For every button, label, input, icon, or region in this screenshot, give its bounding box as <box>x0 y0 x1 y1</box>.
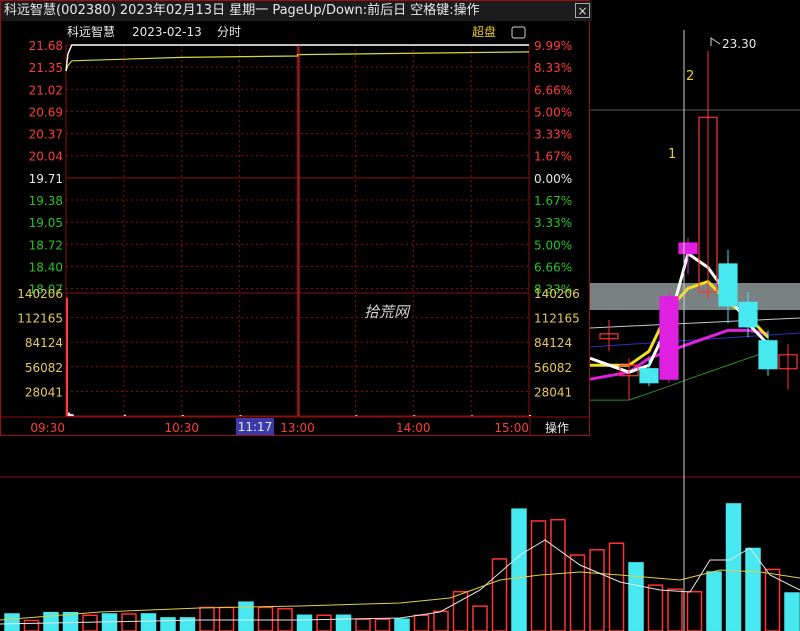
price-axis-label: 21.68 <box>29 39 63 53</box>
intraday-popup-window[interactable]: 科远智慧(002380) 2023年02月13日 星期一 PageUp/Down… <box>0 0 592 436</box>
pct-axis-label: 6.66% <box>534 260 572 274</box>
volume-bar <box>628 562 644 631</box>
pct-axis-label: 6.66% <box>534 83 572 97</box>
volume-bar <box>335 614 352 631</box>
candle-body <box>738 301 758 328</box>
volume-axis-label-right: 56082 <box>534 361 572 375</box>
pattern-marker-1: 1 <box>668 147 676 162</box>
volume-bar <box>784 592 800 631</box>
volume-axis-label-left: 84124 <box>25 336 63 350</box>
close-icon[interactable]: × <box>575 3 590 18</box>
pct-axis-label: 3.33% <box>534 128 572 142</box>
volume-bar <box>101 613 118 631</box>
price-axis-label: 19.71 <box>29 172 63 186</box>
superpos-button[interactable]: 超盘 <box>472 24 496 39</box>
price-axis-label: 20.69 <box>29 105 63 119</box>
pct-axis-label: 5.00% <box>534 238 572 252</box>
price-axis-label: 19.05 <box>29 216 63 230</box>
high-price-label: 23.30 <box>722 37 756 51</box>
pct-axis-label: 1.67% <box>534 194 572 208</box>
time-axis-label: 14:00 <box>396 421 431 435</box>
volume-bar <box>199 606 215 631</box>
volume-bar <box>413 614 430 631</box>
candle-body <box>718 263 738 307</box>
price-axis-label: 20.37 <box>29 128 63 142</box>
volume-bar <box>608 542 625 631</box>
ma-line-magenta <box>589 328 769 381</box>
pct-axis-label: 9.99% <box>534 39 572 53</box>
pct-axis-label: 5.00% <box>534 105 572 119</box>
volume-bar <box>4 613 20 631</box>
volume-bar <box>686 590 703 631</box>
price-axis-label: 18.40 <box>29 260 63 274</box>
high-price-pointer <box>710 37 721 46</box>
time-axis-label: 15:00 <box>494 421 529 435</box>
time-axis-label: 09:30 <box>30 421 65 435</box>
volume-bar <box>589 549 605 631</box>
intraday-mode: 分时 <box>217 25 241 39</box>
volume-bar <box>550 518 566 631</box>
cursor-time-label: 11:17 <box>238 420 273 434</box>
pct-axis-label: 0.00% <box>534 172 572 186</box>
volume-bar <box>140 613 157 631</box>
volume-bar <box>160 617 176 631</box>
volume-bar <box>316 614 332 631</box>
volume-axis-label-left: 28041 <box>25 385 63 399</box>
volume-axis-label-right: 112165 <box>534 312 580 326</box>
volume-bar <box>667 588 683 631</box>
pattern-marker-2: 2 <box>686 69 694 84</box>
volume-bar <box>491 558 508 631</box>
intraday-date: 2023-02-13 <box>132 25 202 39</box>
volume-bar <box>257 606 274 631</box>
volume-axis-label-left: 56082 <box>25 361 63 375</box>
volume-bar <box>647 584 664 631</box>
volume-bar <box>706 571 722 631</box>
candle-body <box>758 340 778 370</box>
price-axis-label: 20.04 <box>29 150 63 164</box>
volume-bar <box>218 606 235 631</box>
time-axis-label: 13:00 <box>280 421 315 435</box>
pct-axis-label: 3.33% <box>534 216 572 230</box>
volume-bar <box>511 508 527 631</box>
volume-axis-label-right: 28041 <box>534 385 572 399</box>
volume-bar <box>355 618 371 631</box>
volume-bar <box>433 610 449 631</box>
popup-title-bar[interactable]: 科远智慧(002380) 2023年02月13日 星期一 PageUp/Down… <box>1 1 592 21</box>
candle-body <box>639 368 659 384</box>
intraday-chart[interactable]: 科远智慧 2023-02-13 分时 超盘 21.68 21.35 21.02 20.69 20… <box>1 21 589 435</box>
pct-axis-label: 1.67% <box>534 150 572 164</box>
volume-ma-yellow <box>0 569 800 621</box>
ma-line-grey <box>589 317 800 329</box>
pct-axis-label: 8.33% <box>534 61 572 75</box>
volume-axis-label-right: 84124 <box>534 336 572 350</box>
volume-bar <box>472 605 488 631</box>
candle-body <box>659 296 679 380</box>
candle-body <box>678 242 698 255</box>
price-axis-label: 21.35 <box>29 61 63 75</box>
volume-bar <box>121 613 137 631</box>
volume-axis-label-left: 112165 <box>17 312 63 326</box>
volume-bar <box>82 614 98 631</box>
volume-bar <box>394 618 410 631</box>
operate-button[interactable]: 操作 <box>545 420 569 435</box>
popup-title: 科远智慧(002380) 2023年02月13日 星期一 PageUp/Down… <box>4 3 480 18</box>
volume-axis-label-right: 140206 <box>534 287 580 301</box>
price-axis-label: 21.02 <box>29 83 63 97</box>
time-axis-label: 10:30 <box>164 421 199 435</box>
price-axis-label: 19.38 <box>29 194 63 208</box>
watermark: 拾荒网 <box>364 303 411 321</box>
volume-bar <box>23 619 40 631</box>
volume-axis-label-left: 140206 <box>17 287 63 301</box>
volume-bar <box>374 618 391 631</box>
volume-bar <box>745 547 761 631</box>
volume-bar <box>725 503 742 631</box>
volume-bar <box>296 614 313 631</box>
volume-bar <box>62 611 79 631</box>
price-axis-label: 18.72 <box>29 238 63 252</box>
intraday-stock-name: 科远智慧 <box>67 24 115 39</box>
toggle-icon[interactable] <box>511 26 526 39</box>
